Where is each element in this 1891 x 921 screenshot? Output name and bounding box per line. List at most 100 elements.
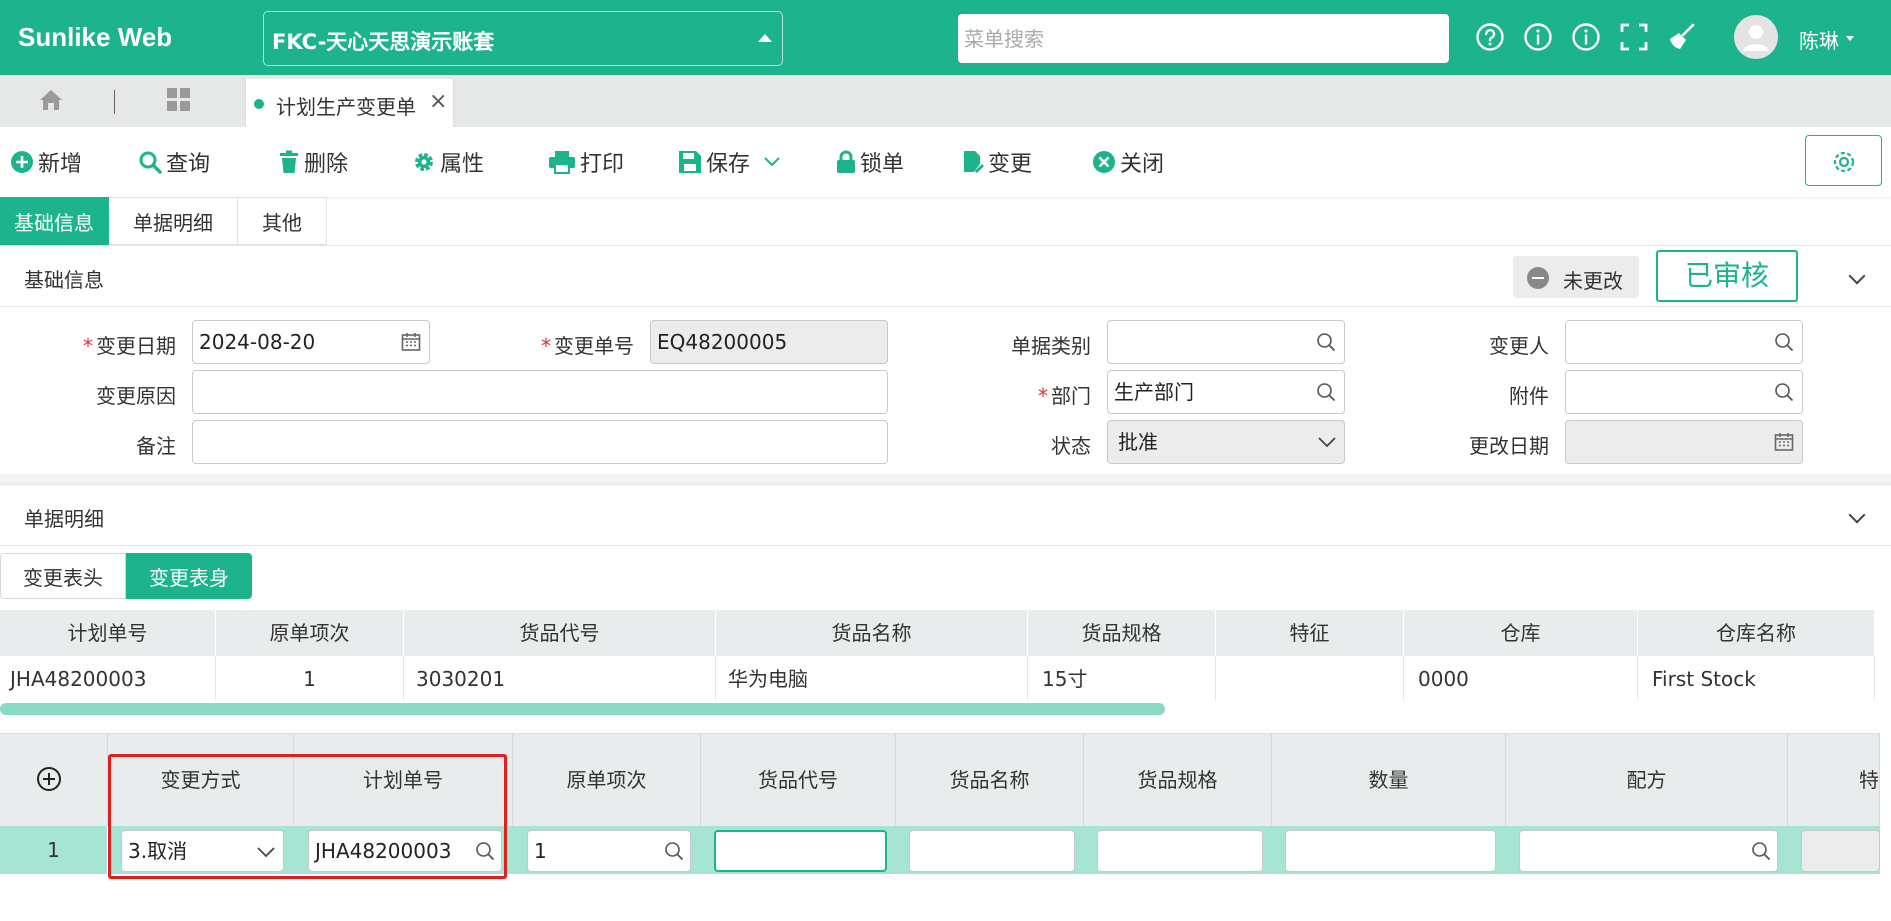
modify-date-field[interactable] (1565, 420, 1803, 464)
close-icon[interactable]: × (429, 89, 447, 114)
feature-field-truncated[interactable] (1801, 830, 1880, 872)
delete-label: 删除 (304, 152, 349, 177)
table-row[interactable]: 1 3.取消 JHA48200003 1 (0, 826, 1880, 874)
close-button[interactable]: 关闭 (1092, 147, 1164, 177)
search-icon[interactable] (1774, 382, 1794, 402)
row-index: 1 (0, 826, 108, 874)
col-formula[interactable]: 配方 (1506, 734, 1788, 827)
item-spec-field[interactable] (1097, 830, 1263, 872)
change-date-field[interactable]: 2024-08-20 (192, 320, 430, 364)
tab-strip: 计划生产变更单 × (0, 75, 1891, 127)
qty-field[interactable] (1285, 830, 1496, 872)
help-icon[interactable] (1474, 21, 1506, 53)
chevron-down-icon[interactable] (1848, 267, 1866, 285)
doc-type-field[interactable] (1107, 320, 1345, 364)
clear-cache-icon[interactable] (1666, 21, 1698, 53)
col-item-spec[interactable]: 货品规格 (1028, 610, 1216, 656)
search-icon[interactable] (1316, 332, 1336, 352)
calendar-icon[interactable] (401, 332, 421, 352)
remark-field[interactable] (192, 420, 888, 464)
col-plan-no[interactable]: 计划单号 (0, 610, 216, 656)
col-change-mode[interactable]: 变更方式 (108, 734, 294, 827)
lock-button[interactable]: 锁单 (836, 147, 904, 177)
col-item-name[interactable]: 货品名称 (896, 734, 1084, 827)
col-item-code[interactable]: 货品代号 (404, 610, 716, 656)
avatar[interactable] (1734, 15, 1778, 59)
settings-button[interactable] (1805, 135, 1882, 186)
chevron-down-icon[interactable] (764, 157, 780, 167)
grid-icon[interactable] (166, 87, 192, 113)
caret-down-icon[interactable] (1846, 36, 1854, 41)
calendar-icon[interactable] (1774, 432, 1794, 452)
table-header: 计划单号 原单项次 货品代号 货品名称 货品规格 特征 仓库 仓库名称 (0, 610, 1875, 656)
close-label: 关闭 (1120, 152, 1165, 177)
query-button[interactable]: 查询 (138, 147, 210, 177)
user-name[interactable]: 陈琳 (1799, 25, 1839, 54)
save-icon (679, 151, 701, 173)
orig-item-field[interactable]: 1 (527, 830, 691, 872)
cell-orig-item: 1 (216, 656, 404, 702)
top-header: Sunlike Web FKC-天心天思演示账套 陈琳 (0, 0, 1891, 75)
col-item-spec[interactable]: 货品规格 (1084, 734, 1272, 827)
search-icon[interactable] (1774, 332, 1794, 352)
col-orig-item[interactable]: 原单项次 (513, 734, 701, 827)
search-icon[interactable] (664, 841, 684, 861)
search-icon[interactable] (475, 841, 495, 861)
properties-button[interactable]: 属性 (412, 147, 484, 177)
item-name-field[interactable] (909, 830, 1075, 872)
plan-no-field[interactable]: JHA48200003 (308, 830, 502, 872)
horizontal-scrollbar[interactable] (0, 700, 1875, 716)
change-button[interactable]: 变更 (962, 147, 1032, 177)
status-select[interactable]: 批准 (1107, 420, 1345, 464)
chevron-down-icon (1318, 437, 1336, 448)
delete-button[interactable]: 删除 (278, 147, 348, 177)
save-label: 保存 (706, 152, 751, 177)
tab-detail[interactable]: 单据明细 (109, 197, 238, 245)
chevron-down-icon[interactable] (1848, 506, 1866, 524)
tab-change-header[interactable]: 变更表头 (0, 553, 126, 599)
caret-up-icon (758, 34, 772, 42)
about-icon[interactable] (1570, 21, 1602, 53)
audited-stamp: 已审核 (1656, 250, 1798, 302)
change-mode-select[interactable]: 3.取消 (121, 830, 284, 872)
col-orig-item[interactable]: 原单项次 (216, 610, 404, 656)
tab-plan-change[interactable]: 计划生产变更单 × (245, 79, 454, 127)
table-row[interactable]: JHA48200003 1 3030201 华为电脑 15寸 0000 Firs… (0, 656, 1875, 702)
col-item-name[interactable]: 货品名称 (716, 610, 1028, 656)
col-item-code[interactable]: 货品代号 (701, 734, 896, 827)
home-icon[interactable] (38, 87, 64, 113)
scrollbar-thumb[interactable] (0, 703, 1165, 715)
account-selector[interactable]: FKC-天心天思演示账套 (263, 11, 783, 66)
col-plan-no[interactable]: 计划单号 (294, 734, 513, 827)
tab-basic-info[interactable]: 基础信息 (0, 197, 109, 245)
search-icon[interactable] (1316, 382, 1336, 402)
basic-info-title: 基础信息 (24, 268, 104, 292)
save-button[interactable]: 保存 (678, 147, 784, 177)
tab-change-body[interactable]: 变更表身 (126, 553, 252, 599)
change-no-field[interactable]: EQ48200005 (650, 320, 888, 364)
col-feature-truncated[interactable]: 特 (1788, 734, 1880, 827)
col-warehouse-name[interactable]: 仓库名称 (1638, 610, 1875, 656)
attachment-field[interactable] (1565, 370, 1803, 414)
changer-label: 变更人 (1489, 334, 1549, 358)
col-warehouse[interactable]: 仓库 (1404, 610, 1638, 656)
add-button[interactable]: 新增 (10, 147, 82, 177)
changer-field[interactable] (1565, 320, 1803, 364)
print-button[interactable]: 打印 (548, 147, 624, 177)
dept-field[interactable]: 生产部门 (1107, 370, 1345, 414)
col-qty[interactable]: 数量 (1272, 734, 1506, 827)
tab-other[interactable]: 其他 (238, 197, 327, 245)
add-row-icon[interactable] (36, 766, 62, 792)
printer-icon (549, 151, 575, 174)
search-icon[interactable] (1751, 841, 1771, 861)
fullscreen-icon[interactable] (1618, 21, 1650, 53)
reason-field[interactable] (192, 370, 888, 414)
basic-info-form: * 变更日期 2024-08-20 * 变更单号 EQ48200005 单据类别 变… (0, 308, 1891, 474)
menu-search-input[interactable] (958, 14, 1449, 63)
col-feature[interactable]: 特征 (1216, 610, 1404, 656)
cell-warehouse: 0000 (1404, 656, 1638, 702)
formula-field[interactable] (1519, 830, 1778, 872)
item-code-field[interactable] (714, 830, 887, 872)
info-icon[interactable] (1522, 21, 1554, 53)
active-dot-icon (254, 99, 264, 109)
